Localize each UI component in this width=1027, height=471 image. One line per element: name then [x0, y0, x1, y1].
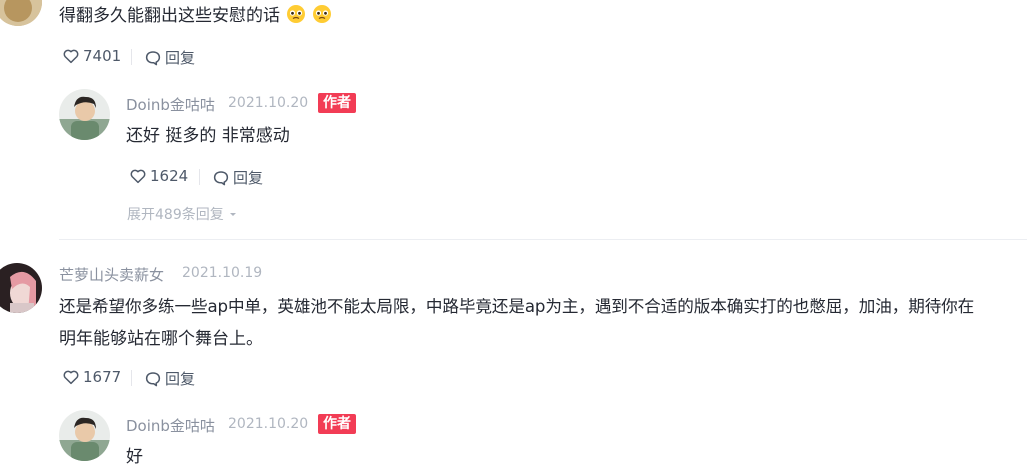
- comment-divider: [59, 239, 1027, 240]
- reply-button[interactable]: 回复: [144, 368, 195, 389]
- like-button[interactable]: 1677: [62, 368, 121, 386]
- like-count: 7401: [83, 47, 122, 65]
- like-button[interactable]: 1624: [129, 167, 188, 185]
- commenter-name[interactable]: 芒萝山头卖薪女: [59, 264, 164, 285]
- like-count: 1677: [83, 368, 122, 386]
- comment-text: 还是希望你多练一些ap中单，英雄池不能太局限，中路毕竟还是ap为主，遇到不合适的…: [59, 297, 975, 349]
- heart-icon: [63, 370, 79, 385]
- commenter-avatar[interactable]: [0, 0, 42, 26]
- like-button[interactable]: 7401: [62, 47, 121, 65]
- heart-icon: [130, 169, 146, 184]
- action-divider: [131, 370, 132, 386]
- like-count: 1624: [150, 167, 189, 185]
- comment-date: 2021.10.20: [228, 95, 309, 111]
- comment-bubble-icon: [145, 371, 161, 386]
- author-badge: 作者: [318, 93, 356, 113]
- comment-text: 得翻多久能翻出这些安慰的话: [59, 2, 332, 33]
- action-divider: [131, 49, 132, 65]
- author-avatar[interactable]: [59, 410, 110, 461]
- commenter-avatar[interactable]: [0, 263, 42, 313]
- chevron-down-icon: [229, 213, 236, 216]
- comment-date: 2021.10.20: [228, 416, 309, 432]
- comment-bubble-icon: [145, 50, 161, 65]
- author-name[interactable]: Doinb金咕咕: [126, 94, 215, 115]
- author-name[interactable]: Doinb金咕咕: [126, 415, 215, 436]
- expand-replies-link[interactable]: 展开489条回复: [127, 204, 239, 224]
- pleading-face-emoji-icon: [312, 4, 332, 33]
- author-avatar[interactable]: [59, 89, 110, 140]
- comment-bubble-icon: [213, 170, 229, 185]
- pleading-face-emoji-icon: [286, 4, 306, 33]
- comment-date: 2021.10.19: [182, 265, 263, 281]
- reply-button[interactable]: 回复: [144, 47, 195, 68]
- reply-button[interactable]: 回复: [212, 167, 263, 188]
- author-badge: 作者: [318, 414, 356, 434]
- heart-icon: [63, 49, 79, 64]
- reply-text: 还好 挺多的 非常感动: [126, 126, 290, 146]
- action-divider: [199, 169, 200, 185]
